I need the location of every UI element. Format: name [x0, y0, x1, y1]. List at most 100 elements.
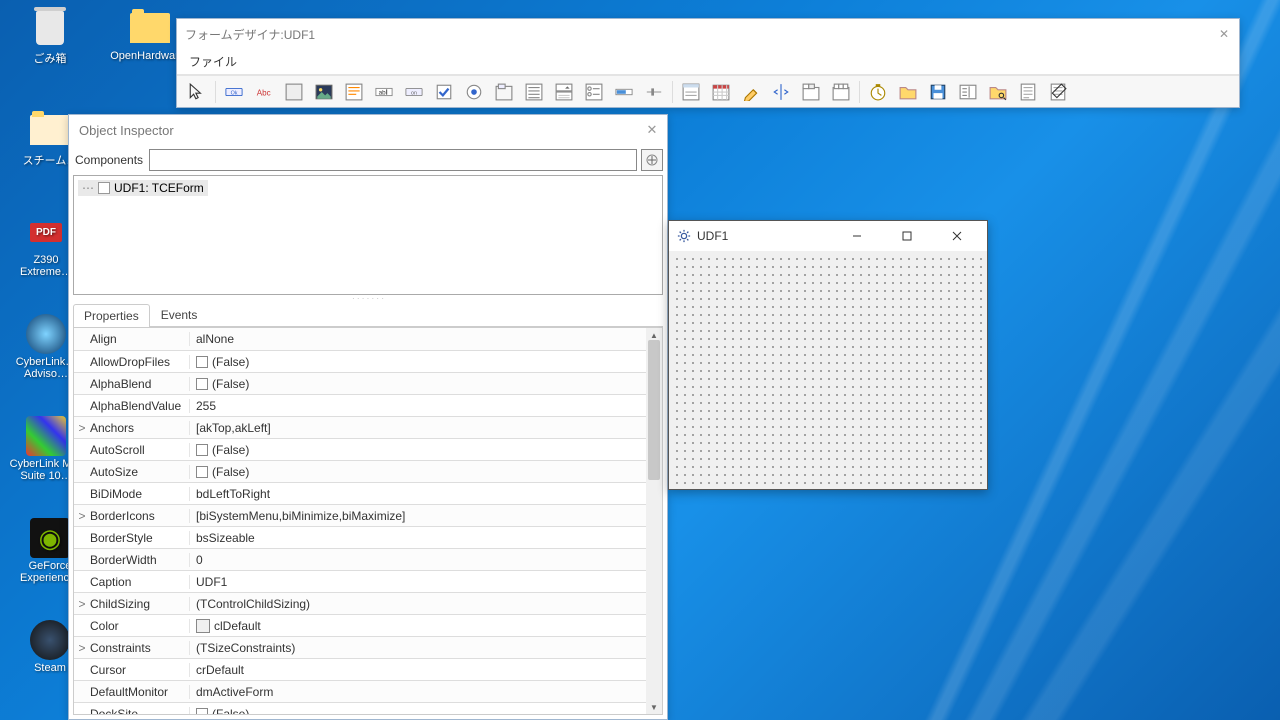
splitter-component-icon[interactable]	[767, 79, 795, 105]
minimize-button[interactable]	[835, 222, 879, 250]
preview-form-window[interactable]: UDF1	[668, 220, 988, 490]
property-value[interactable]: crDefault	[190, 663, 646, 677]
radio-component-icon[interactable]	[460, 79, 488, 105]
property-value[interactable]: bsSizeable	[190, 531, 646, 545]
tree-root-node[interactable]: ⋯ UDF1: TCEForm	[78, 180, 208, 196]
color-swatch[interactable]	[196, 619, 210, 633]
trackbar-component-icon[interactable]	[640, 79, 668, 105]
separator	[859, 81, 860, 103]
property-row[interactable]: DockSite(False)	[74, 702, 646, 715]
property-row[interactable]: >Anchors[akTop,akLeft]	[74, 416, 646, 438]
property-value[interactable]: (False)	[190, 465, 646, 479]
splitter-handle[interactable]: · · · · · · ·	[69, 295, 667, 303]
findfile-component-icon[interactable]	[984, 79, 1012, 105]
property-row[interactable]: AlphaBlendValue255	[74, 394, 646, 416]
image-component-icon[interactable]	[310, 79, 338, 105]
property-row[interactable]: CaptionUDF1	[74, 570, 646, 592]
property-value[interactable]: (False)	[190, 355, 646, 369]
property-value[interactable]: alNone	[190, 332, 646, 346]
property-row[interactable]: CursorcrDefault	[74, 658, 646, 680]
components-combo[interactable]	[149, 149, 637, 171]
property-value[interactable]: (False)	[190, 377, 646, 391]
button-component-icon[interactable]: Ok	[220, 79, 248, 105]
groupbox-component-icon[interactable]	[490, 79, 518, 105]
components-browse-button[interactable]	[641, 149, 663, 171]
property-row[interactable]: >Constraints(TSizeConstraints)	[74, 636, 646, 658]
edit-component-icon[interactable]: ab	[370, 79, 398, 105]
maximize-button[interactable]	[885, 222, 929, 250]
scroll-down-icon[interactable]: ▼	[646, 700, 662, 714]
tab-events[interactable]: Events	[150, 303, 209, 326]
property-value[interactable]: (TSizeConstraints)	[190, 641, 646, 655]
property-row[interactable]: AutoScroll(False)	[74, 438, 646, 460]
property-row[interactable]: AlignalNone	[74, 328, 646, 350]
property-row[interactable]: BorderWidth0	[74, 548, 646, 570]
panel-component-icon[interactable]	[280, 79, 308, 105]
tabcontrol-component-icon[interactable]	[827, 79, 855, 105]
expand-icon[interactable]: >	[74, 421, 90, 435]
scrollbar[interactable]: ▲ ▼	[646, 328, 662, 714]
property-row[interactable]: >ChildSizing(TControlChildSizing)	[74, 592, 646, 614]
close-button[interactable]: ✕	[1213, 23, 1235, 45]
property-row[interactable]: DefaultMonitordmActiveForm	[74, 680, 646, 702]
checkbox-icon[interactable]	[196, 708, 208, 716]
property-value[interactable]: (False)	[190, 443, 646, 457]
property-value[interactable]: (False)	[190, 707, 646, 716]
object-inspector-titlebar[interactable]: Object Inspector ✕	[69, 115, 667, 145]
close-button[interactable]	[935, 222, 979, 250]
listbox-component-icon[interactable]	[520, 79, 548, 105]
togglebox-component-icon[interactable]: on	[400, 79, 428, 105]
property-value[interactable]: clDefault	[190, 619, 646, 633]
opendialog-component-icon[interactable]	[894, 79, 922, 105]
property-row[interactable]: AllowDropFiles(False)	[74, 350, 646, 372]
checkbox-icon[interactable]	[196, 378, 208, 390]
property-value[interactable]: bdLeftToRight	[190, 487, 646, 501]
expand-icon[interactable]: >	[74, 641, 90, 655]
close-button[interactable]: ✕	[641, 119, 663, 141]
property-row[interactable]: AutoSize(False)	[74, 460, 646, 482]
label-component-icon[interactable]: Abc	[250, 79, 278, 105]
property-row[interactable]: ColorclDefault	[74, 614, 646, 636]
paintbox-component-icon[interactable]	[737, 79, 765, 105]
property-value[interactable]: UDF1	[190, 575, 646, 589]
property-value[interactable]: 0	[190, 553, 646, 567]
listview-component-icon[interactable]	[677, 79, 705, 105]
combobox-component-icon[interactable]	[550, 79, 578, 105]
savedialog-component-icon[interactable]	[924, 79, 952, 105]
checkbox-icon[interactable]	[196, 444, 208, 456]
component-tree[interactable]: ⋯ UDF1: TCEForm	[73, 175, 663, 295]
tab-properties[interactable]: Properties	[73, 304, 150, 327]
property-value[interactable]: [biSystemMenu,biMinimize,biMaximize]	[190, 509, 646, 523]
object-inspector-title: Object Inspector	[79, 123, 174, 138]
property-row[interactable]: >BorderIcons[biSystemMenu,biMinimize,biM…	[74, 504, 646, 526]
structure-component-icon[interactable]	[1044, 79, 1072, 105]
preview-form-canvas[interactable]	[673, 255, 983, 485]
expand-icon[interactable]: >	[74, 597, 90, 611]
calendar-component-icon[interactable]	[707, 79, 735, 105]
timer-component-icon[interactable]	[864, 79, 892, 105]
form-designer-titlebar[interactable]: フォームデザイナ:UDF1 ✕	[177, 19, 1239, 49]
property-value[interactable]: [akTop,akLeft]	[190, 421, 646, 435]
property-value[interactable]: (TControlChildSizing)	[190, 597, 646, 611]
desktop-icon-recycle-bin[interactable]: ごみ箱	[10, 8, 90, 66]
preview-titlebar[interactable]: UDF1	[669, 221, 987, 251]
property-row[interactable]: BiDiModebdLeftToRight	[74, 482, 646, 504]
property-row[interactable]: AlphaBlend(False)	[74, 372, 646, 394]
progressbar-component-icon[interactable]	[610, 79, 638, 105]
property-value[interactable]: 255	[190, 399, 646, 413]
property-row[interactable]: BorderStylebsSizeable	[74, 526, 646, 548]
selectdir-component-icon[interactable]	[954, 79, 982, 105]
checkbox-component-icon[interactable]	[430, 79, 458, 105]
property-value[interactable]: dmActiveForm	[190, 685, 646, 699]
xml-component-icon[interactable]	[1014, 79, 1042, 105]
scrollbar-thumb[interactable]	[648, 340, 660, 480]
property-name: DockSite	[90, 707, 190, 716]
radiogroup-component-icon[interactable]	[580, 79, 608, 105]
pagecontrol-component-icon[interactable]	[797, 79, 825, 105]
checkbox-icon[interactable]	[196, 466, 208, 478]
menu-file[interactable]: ファイル	[183, 51, 243, 72]
checkbox-icon[interactable]	[196, 356, 208, 368]
expand-icon[interactable]: >	[74, 509, 90, 523]
pointer-tool-icon[interactable]	[183, 79, 211, 105]
memo-component-icon[interactable]	[340, 79, 368, 105]
